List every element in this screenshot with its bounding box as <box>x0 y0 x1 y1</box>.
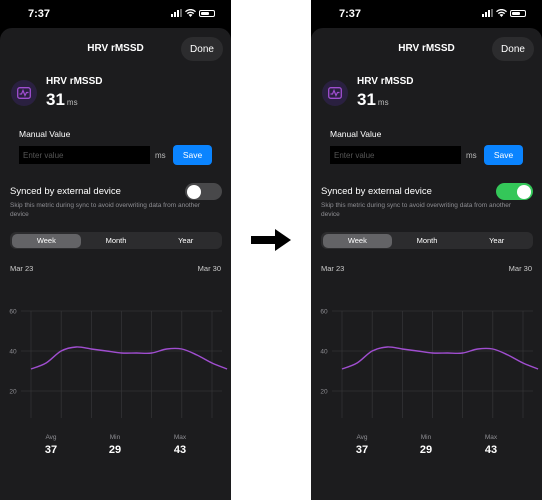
save-button[interactable]: Save <box>484 145 523 165</box>
stat-min: Min 29 <box>401 434 451 456</box>
status-time: 7:37 <box>28 8 51 20</box>
sync-toggle[interactable] <box>496 183 533 200</box>
sync-toggle[interactable] <box>185 183 222 200</box>
hrv-series-line <box>30 346 228 370</box>
waveform-icon <box>11 80 37 106</box>
status-bar: 7:37 <box>0 0 231 28</box>
manual-value-input[interactable] <box>330 146 461 164</box>
stat-max-label: Max <box>484 434 498 441</box>
manual-value-input[interactable] <box>19 146 150 164</box>
screen-after: 7:37 HRV rMSSD Done HRV rMSSD 31 ms Manua… <box>311 0 542 500</box>
stat-avg-value: 37 <box>44 444 58 456</box>
stat-min-label: Min <box>420 434 432 441</box>
battery-icon <box>199 9 215 17</box>
stat-min-value: 29 <box>108 444 122 456</box>
stat-avg-label: Avg <box>356 434 368 441</box>
range-end-date: Mar 30 <box>508 264 532 273</box>
sync-label: Synced by external device <box>321 186 432 197</box>
tab-week[interactable]: Week <box>11 233 82 248</box>
stat-min-label: Min <box>109 434 121 441</box>
save-button[interactable]: Save <box>173 145 212 165</box>
period-segmented-control: Week Month Year <box>321 232 533 249</box>
y-tick-label: 20 <box>320 389 328 396</box>
sync-label: Synced by external device <box>10 186 121 197</box>
chart-plot: 0204060MonTueWedThuFriSatSun <box>320 309 539 418</box>
waveform-icon <box>322 80 348 106</box>
tab-month[interactable]: Month <box>392 234 462 248</box>
sheet: HRV rMSSD Done HRV rMSSD 31 ms Manual Val… <box>0 28 231 500</box>
stat-min-value: 29 <box>419 444 433 456</box>
hrv-line-chart: 0204060MonTueWedThuFriSatSun <box>9 309 228 418</box>
stat-max-value: 43 <box>484 444 498 456</box>
y-tick-label: 60 <box>9 309 17 316</box>
metric-unit: ms <box>66 98 78 107</box>
battery-icon <box>510 9 526 17</box>
stat-avg-label: Avg <box>45 434 57 441</box>
wifi-icon <box>185 9 196 17</box>
chart-plot: 0204060MonTueWedThuFriSatSun <box>9 309 228 418</box>
tab-month[interactable]: Month <box>81 234 151 248</box>
stat-max: Max 43 <box>466 434 516 456</box>
done-button[interactable]: Done <box>181 37 223 61</box>
hrv-series-line <box>341 346 539 370</box>
manual-value-label: Manual Value <box>19 129 71 139</box>
range-start-date: Mar 23 <box>321 264 345 273</box>
stat-max-value: 43 <box>173 444 187 456</box>
metric-value: 31 <box>46 90 65 109</box>
range-start-date: Mar 23 <box>10 264 34 273</box>
tab-year[interactable]: Year <box>462 234 532 248</box>
manual-value-label: Manual Value <box>330 129 382 139</box>
stat-avg-value: 37 <box>355 444 369 456</box>
period-segmented-control: Week Month Year <box>10 232 222 249</box>
wifi-icon <box>496 9 507 17</box>
screen-before: 7:37 HRV rMSSD Done HRV rMSSD 31 ms Manua… <box>0 0 231 500</box>
tab-week[interactable]: Week <box>322 233 393 248</box>
y-tick-label: 20 <box>9 389 17 396</box>
stat-max-label: Max <box>173 434 187 441</box>
metric-unit: ms <box>377 98 389 107</box>
hrv-line-chart: 0204060MonTueWedThuFriSatSun <box>320 309 539 418</box>
metric-name: HRV rMSSD <box>46 76 103 87</box>
range-end-date: Mar 30 <box>197 264 221 273</box>
cellular-signal-icon <box>171 9 182 17</box>
status-bar: 7:37 <box>311 0 542 28</box>
manual-value-unit: ms <box>155 151 166 160</box>
toggle-knob <box>187 184 201 199</box>
tab-year[interactable]: Year <box>151 234 221 248</box>
stat-avg: Avg 37 <box>337 434 387 456</box>
done-button[interactable]: Done <box>492 37 534 61</box>
right-arrow-icon <box>251 229 291 256</box>
stat-max: Max 43 <box>155 434 205 456</box>
metric-value: 31 <box>357 90 376 109</box>
y-tick-label: 40 <box>320 349 328 356</box>
y-tick-label: 40 <box>9 349 17 356</box>
sync-description: Skip this metric during sync to avoid ov… <box>321 202 512 219</box>
metric-name: HRV rMSSD <box>357 76 414 87</box>
stat-min: Min 29 <box>90 434 140 456</box>
manual-value-unit: ms <box>466 151 477 160</box>
y-tick-label: 60 <box>320 309 328 316</box>
toggle-knob <box>517 184 531 199</box>
stat-avg: Avg 37 <box>26 434 76 456</box>
sync-description: Skip this metric during sync to avoid ov… <box>10 202 201 219</box>
cellular-signal-icon <box>482 9 493 17</box>
status-time: 7:37 <box>339 8 362 20</box>
sheet: HRV rMSSD Done HRV rMSSD 31 ms Manual Val… <box>311 28 542 500</box>
